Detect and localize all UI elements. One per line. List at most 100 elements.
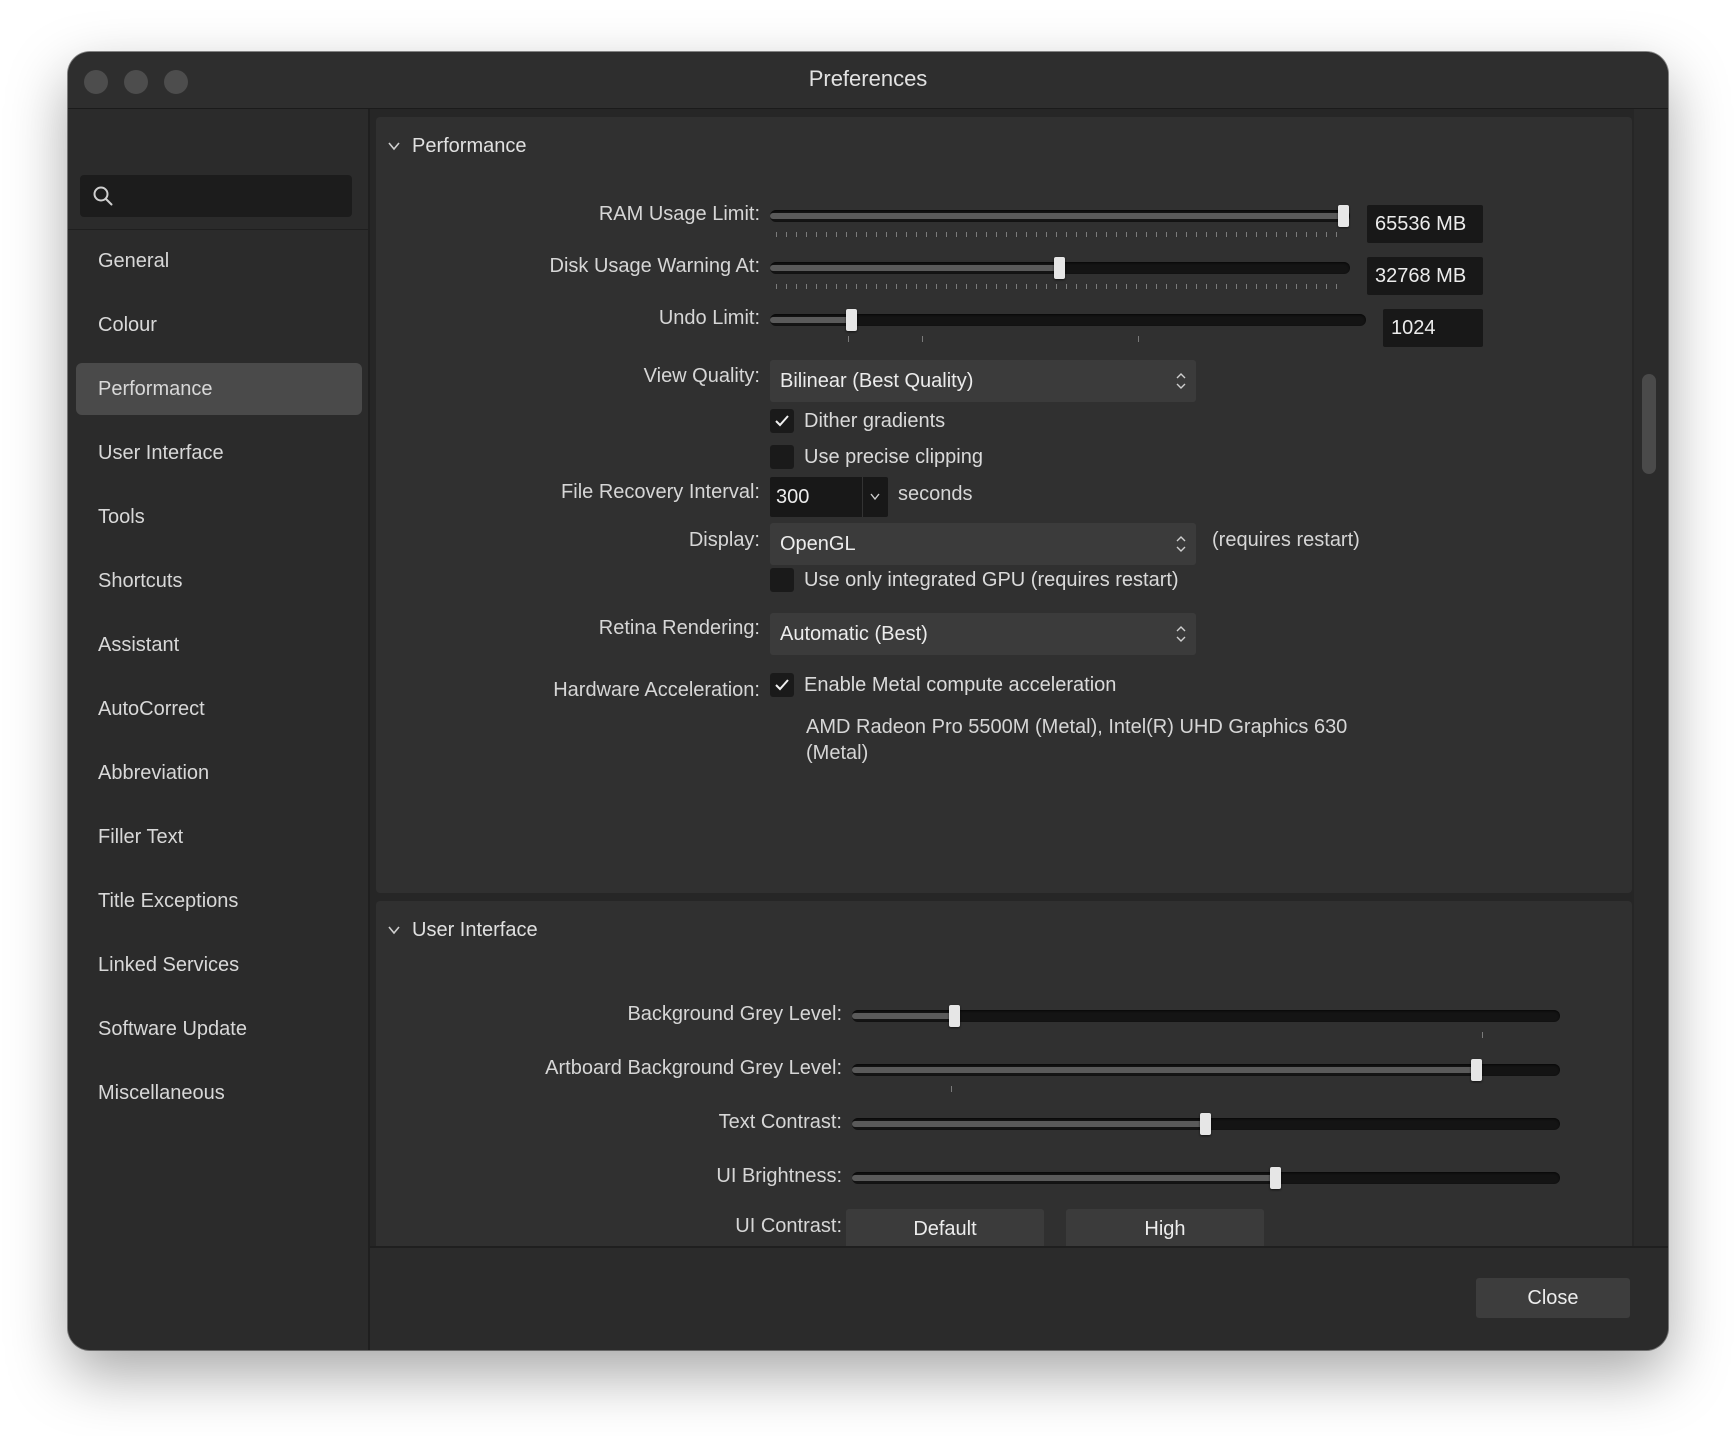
slider-thumb[interactable] <box>1054 257 1065 279</box>
preferences-content: Performance RAM Usage Limit: 65536 MB Di… <box>370 109 1634 1261</box>
sidebar-item-user-interface[interactable]: User Interface <box>76 427 362 479</box>
retina-rendering-select[interactable]: Automatic (Best) <box>770 613 1196 655</box>
user-interface-section-header[interactable]: User Interface <box>386 915 538 945</box>
retina-rendering-label: Retina Rendering: <box>598 617 760 639</box>
integrated-gpu-row[interactable]: Use only integrated GPU (requires restar… <box>770 568 1179 592</box>
file-recovery-label: File Recovery Interval: <box>561 481 760 503</box>
slider-tick <box>922 336 923 342</box>
artboard-grey-slider[interactable] <box>852 1059 1560 1092</box>
scrollbar-thumb[interactable] <box>1642 374 1656 474</box>
scrollbar[interactable] <box>1634 109 1668 1247</box>
sidebar-divider <box>68 229 368 230</box>
close-button[interactable]: Close <box>1476 1278 1630 1318</box>
sidebar-item-assistant[interactable]: Assistant <box>76 619 362 671</box>
performance-heading: Performance <box>412 134 527 157</box>
checkmark-icon <box>775 679 789 691</box>
ram-usage-value[interactable]: 65536 MB <box>1367 205 1483 243</box>
display-value: OpenGL <box>780 533 856 555</box>
display-select[interactable]: OpenGL <box>770 523 1196 565</box>
ram-usage-label: RAM Usage Limit: <box>598 203 760 225</box>
gpu-info-line2: (Metal) <box>806 742 869 764</box>
gpu-info-line1: AMD Radeon Pro 5500M (Metal), Intel(R) U… <box>806 716 1348 738</box>
slider-ticks <box>776 284 1344 289</box>
performance-section-header[interactable]: Performance <box>386 131 527 161</box>
sidebar-item-title-exceptions[interactable]: Title Exceptions <box>76 875 362 927</box>
slider-track <box>770 314 1366 326</box>
sidebar: General Colour Performance User Interface To… <box>68 109 370 1350</box>
sidebar-item-colour[interactable]: Colour <box>76 299 362 351</box>
chevron-down-icon[interactable] <box>868 491 882 503</box>
slider-ticks <box>776 232 1344 237</box>
slider-fill <box>852 1067 1478 1073</box>
updown-arrows-icon <box>1176 373 1186 389</box>
slider-thumb[interactable] <box>1269 1167 1281 1189</box>
sidebar-item-abbreviation[interactable]: Abbreviation <box>76 747 362 799</box>
dither-gradients-checkbox[interactable] <box>770 409 794 433</box>
slider-tick <box>1138 336 1139 342</box>
file-recovery-unit: seconds <box>898 483 973 505</box>
chevron-down-icon <box>388 142 400 151</box>
sidebar-item-linked-services[interactable]: Linked Services <box>76 939 362 991</box>
sidebar-item-software-update[interactable]: Software Update <box>76 1003 362 1055</box>
sidebar-item-miscellaneous[interactable]: Miscellaneous <box>76 1067 362 1119</box>
sidebar-item-filler-text[interactable]: Filler Text <box>76 811 362 863</box>
checkmark-icon <box>775 415 789 427</box>
preferences-window: Preferences General Colour Performance User… <box>68 52 1668 1350</box>
background-grey-slider[interactable] <box>852 1005 1560 1038</box>
hardware-acceleration-label: Hardware Acceleration: <box>553 679 760 701</box>
search-icon <box>93 186 113 206</box>
slider-thumb[interactable] <box>1200 1113 1211 1135</box>
integrated-gpu-checkbox[interactable] <box>770 568 794 592</box>
view-quality-select[interactable]: Bilinear (Best Quality) <box>770 360 1196 402</box>
window-title: Preferences <box>808 66 928 91</box>
slider-tick <box>1482 1032 1483 1038</box>
slider-thumb[interactable] <box>1338 205 1349 227</box>
combo-separator <box>862 477 863 517</box>
metal-compute-label: Enable Metal compute acceleration <box>804 673 1117 696</box>
ui-brightness-label: UI Brightness: <box>716 1165 842 1187</box>
display-restart-note: (requires restart) <box>1212 529 1360 551</box>
ram-usage-slider[interactable] <box>770 205 1350 237</box>
dither-gradients-row[interactable]: Dither gradients <box>770 409 945 433</box>
updown-arrows-icon <box>1176 626 1186 642</box>
slider-thumb[interactable] <box>845 309 857 331</box>
slider-thumb[interactable] <box>1471 1059 1483 1081</box>
slider-fill <box>852 1175 1276 1181</box>
sidebar-nav: General Colour Performance User Interface To… <box>76 235 362 1131</box>
text-contrast-label: Text Contrast: <box>718 1111 842 1133</box>
slider-thumb[interactable] <box>949 1005 961 1027</box>
ui-contrast-default-button[interactable]: Default <box>846 1209 1044 1249</box>
precise-clipping-checkbox[interactable] <box>770 445 794 469</box>
sidebar-item-performance[interactable]: Performance <box>76 363 362 415</box>
undo-limit-slider[interactable] <box>770 309 1366 342</box>
text-contrast-slider[interactable] <box>852 1113 1560 1135</box>
disk-warning-slider[interactable] <box>770 257 1350 289</box>
sidebar-item-autocorrect[interactable]: AutoCorrect <box>76 683 362 735</box>
slider-fill <box>852 1013 956 1019</box>
ui-contrast-high-button[interactable]: High <box>1066 1209 1264 1249</box>
title-bar: Preferences <box>68 52 1668 109</box>
undo-limit-value[interactable]: 1024 <box>1383 309 1483 347</box>
metal-compute-row[interactable]: Enable Metal compute acceleration <box>770 673 1116 697</box>
disk-warning-value[interactable]: 32768 MB <box>1367 257 1483 295</box>
performance-panel: Performance RAM Usage Limit: 65536 MB Di… <box>376 117 1632 893</box>
display-label: Display: <box>688 529 760 551</box>
search-input[interactable] <box>80 175 352 217</box>
sidebar-item-tools[interactable]: Tools <box>76 491 362 543</box>
file-recovery-combo[interactable]: 300 <box>770 477 888 517</box>
precise-clipping-row[interactable]: Use precise clipping <box>770 445 983 469</box>
dither-gradients-label: Dither gradients <box>804 409 946 432</box>
ui-brightness-slider[interactable] <box>852 1167 1560 1189</box>
chevron-down-icon <box>388 926 400 935</box>
sidebar-item-general[interactable]: General <box>76 235 362 287</box>
slider-fill <box>852 1121 1206 1127</box>
slider-fill <box>770 213 1344 219</box>
user-interface-panel: User Interface Background Grey Level: Ar… <box>376 901 1632 1261</box>
slider-tick <box>848 336 849 342</box>
retina-rendering-value: Automatic (Best) <box>780 623 928 645</box>
metal-compute-checkbox[interactable] <box>770 673 794 697</box>
view-quality-value: Bilinear (Best Quality) <box>780 370 974 392</box>
updown-arrows-icon <box>1176 536 1186 552</box>
precise-clipping-label: Use precise clipping <box>804 445 983 468</box>
sidebar-item-shortcuts[interactable]: Shortcuts <box>76 555 362 607</box>
